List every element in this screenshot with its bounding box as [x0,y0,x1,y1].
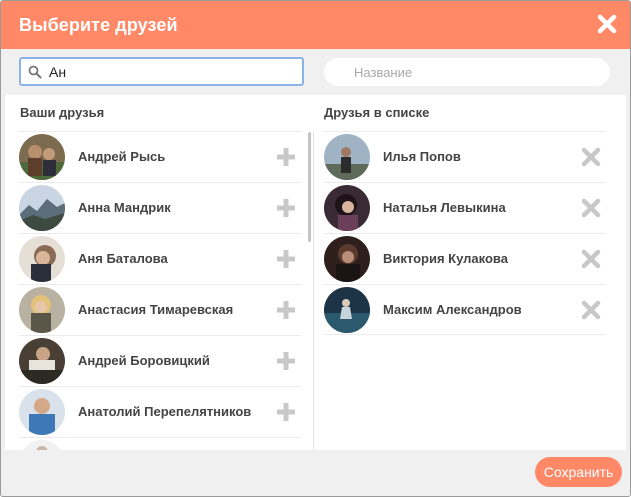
remove-icon[interactable] [580,299,602,321]
friend-row[interactable]: Анастасия Тимаревская [19,284,301,335]
select-friends-dialog: Выберите друзей Ваши друзья Друзья в спи… [0,0,631,497]
friend-row[interactable]: Андрей Рысь [19,131,301,182]
friend-name: Максим Александров [383,302,522,317]
list-name-input[interactable] [354,63,594,81]
friend-row[interactable]: Анатолий Перепелятников [19,386,301,437]
friend-name: Наталья Левыкина [383,200,506,215]
friends-panel: Ваши друзья Друзья в списке Андрей Рысь … [5,95,626,450]
remove-icon[interactable] [580,197,602,219]
dialog-header: Выберите друзей [1,1,630,49]
selected-friend-row: Наталья Левыкина [324,182,606,233]
search-input[interactable] [49,62,294,82]
avatar [19,440,65,450]
selected-friend-row: Илья Попов [324,131,606,182]
avatar [324,287,370,333]
search-row [1,49,630,95]
friend-row[interactable]: Андрей Боровицкий [19,335,301,386]
avatar [19,389,65,435]
friend-name: Анатолий Перепелятников [78,404,252,419]
avatar [19,338,65,384]
add-icon[interactable] [275,248,297,270]
avatar [19,236,65,282]
avatar [19,185,65,231]
remove-icon[interactable] [580,248,602,270]
remove-icon[interactable] [580,146,602,168]
friend-name: Анна Мандрик [78,200,171,215]
save-button[interactable]: Сохранить [535,457,622,487]
selected-friend-row: Максим Александров [324,284,606,335]
column-divider [313,131,314,450]
selected-friend-row: Виктория Кулакова [324,233,606,284]
friends-in-list-title: Друзья в списке [324,105,430,120]
friend-row[interactable] [19,437,301,450]
friend-name: Анастасия Тимаревская [78,302,234,317]
friend-search-box[interactable] [19,57,304,86]
search-icon [28,65,42,79]
friend-name: Аня Баталова [78,251,168,266]
your-friends-title: Ваши друзья [20,105,105,120]
close-icon[interactable] [596,13,618,35]
avatar [324,185,370,231]
friend-name: Андрей Рысь [78,149,166,164]
add-icon[interactable] [275,401,297,423]
dialog-footer: Сохранить [1,450,630,496]
avatar [19,287,65,333]
avatar [324,236,370,282]
your-friends-list: Андрей Рысь Анна Мандрик Аня Баталова Ан… [19,131,301,450]
friend-name: Андрей Боровицкий [78,353,210,368]
friend-row[interactable]: Анна Мандрик [19,182,301,233]
friend-name: Илья Попов [383,149,461,164]
avatar [19,134,65,180]
scrollbar-thumb[interactable] [308,132,311,242]
friend-row[interactable]: Аня Баталова [19,233,301,284]
avatar [324,134,370,180]
list-name-box[interactable] [324,58,610,86]
add-icon[interactable] [275,197,297,219]
friend-name: Виктория Кулакова [383,251,508,266]
add-icon[interactable] [275,146,297,168]
friends-in-list: Илья Попов Наталья Левыкина Виктория Кул… [324,131,606,450]
dialog-title: Выберите друзей [19,14,178,35]
add-icon[interactable] [275,350,297,372]
add-icon[interactable] [275,299,297,321]
